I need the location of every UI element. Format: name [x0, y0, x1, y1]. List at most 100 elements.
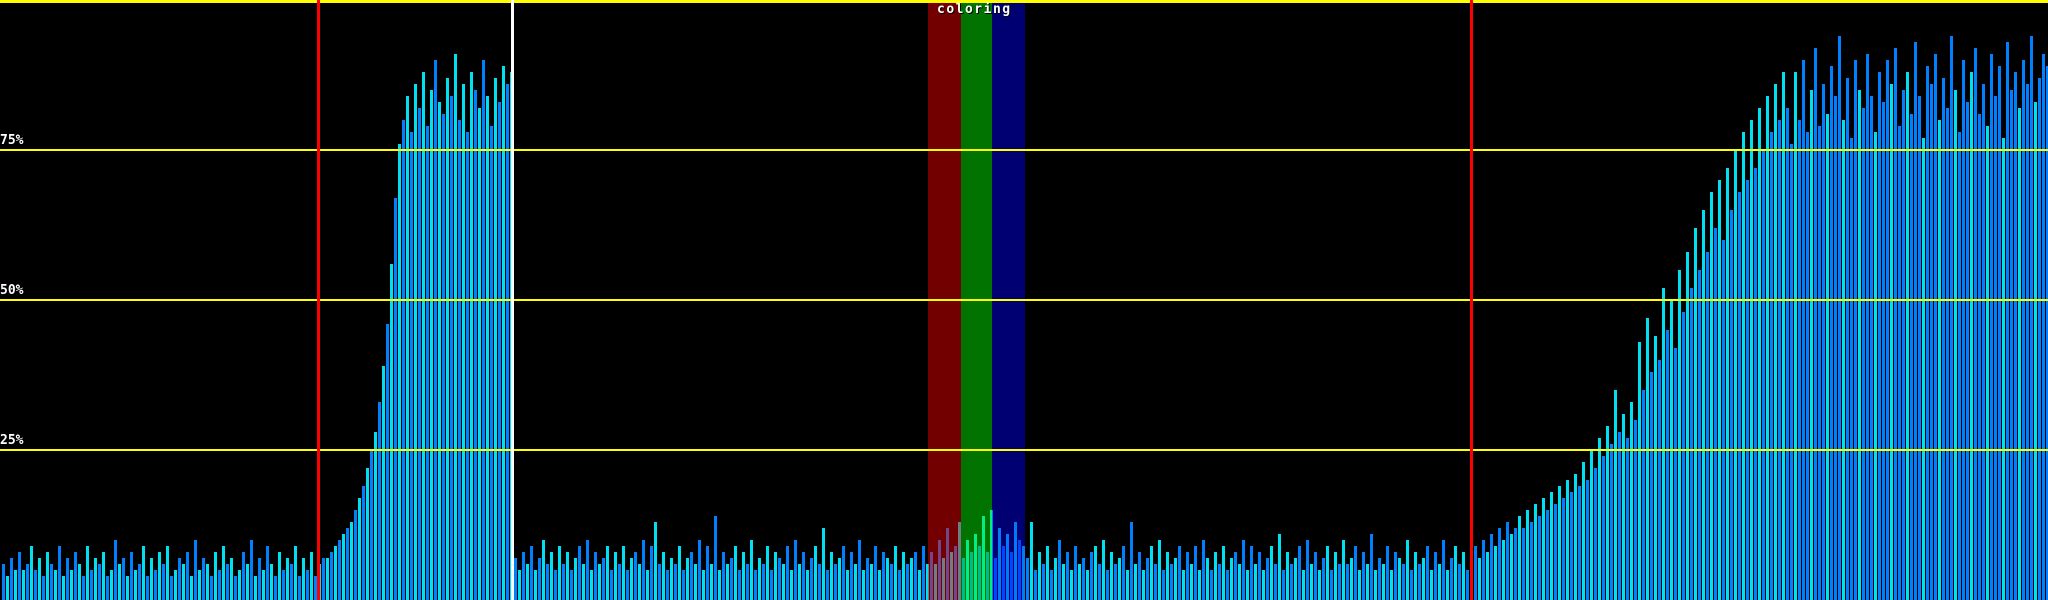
bar [1154, 564, 1157, 600]
bar [1274, 564, 1277, 600]
bar [322, 558, 325, 600]
bar [2018, 108, 2021, 600]
bar [1890, 84, 1893, 600]
bar [346, 528, 349, 600]
bar [1302, 570, 1305, 600]
bar [1042, 564, 1045, 600]
bar [374, 432, 377, 600]
bar [1078, 564, 1081, 600]
bar [1114, 564, 1117, 600]
bar [214, 552, 217, 600]
bar [1362, 552, 1365, 600]
bar [1658, 360, 1661, 600]
bar [366, 468, 369, 600]
bar [490, 126, 493, 600]
bar [166, 546, 169, 600]
bar [526, 564, 529, 600]
bar [710, 564, 713, 600]
bar [1982, 84, 1985, 600]
bar [1630, 402, 1633, 600]
bar [26, 564, 29, 600]
bar [1546, 510, 1549, 600]
bar [382, 366, 385, 600]
bar [118, 564, 121, 600]
bar [1390, 570, 1393, 600]
bar [762, 564, 765, 600]
bar [538, 558, 541, 600]
bar [1750, 120, 1753, 600]
bar [1170, 564, 1173, 600]
bar [730, 558, 733, 600]
bar [854, 564, 857, 600]
bar [442, 114, 445, 600]
bar [326, 558, 329, 600]
bar [1450, 558, 1453, 600]
bar [1326, 546, 1329, 600]
bar [2022, 60, 2025, 600]
bar [1862, 108, 1865, 600]
bar [1810, 90, 1813, 600]
bar [582, 564, 585, 600]
bar [134, 570, 137, 600]
bar [182, 564, 185, 600]
bar [1866, 54, 1869, 600]
bar [478, 108, 481, 600]
bar [614, 552, 617, 600]
bar [1650, 372, 1653, 600]
bar [1762, 150, 1765, 600]
bar [350, 522, 353, 600]
bar [1382, 564, 1385, 600]
bar [1578, 486, 1581, 600]
bar [1454, 546, 1457, 600]
bar [682, 570, 685, 600]
bar [1038, 552, 1041, 600]
bar [1590, 450, 1593, 600]
bar [1142, 570, 1145, 600]
bar [1870, 96, 1873, 600]
bar [246, 564, 249, 600]
bar [254, 576, 257, 600]
bar [870, 564, 873, 600]
bar [618, 564, 621, 600]
bar [102, 552, 105, 600]
bar [1942, 78, 1945, 600]
bar [106, 576, 109, 600]
bar [194, 540, 197, 600]
bar [1050, 570, 1053, 600]
bar [1778, 120, 1781, 600]
bar [290, 564, 293, 600]
bar [82, 576, 85, 600]
bar [702, 570, 705, 600]
bar [878, 570, 881, 600]
y-axis-label-75: 75% [0, 133, 23, 148]
bar [1638, 342, 1641, 600]
bar [1614, 390, 1617, 600]
bar [1686, 252, 1689, 600]
bar [1698, 270, 1701, 600]
bar [902, 552, 905, 600]
bar [94, 558, 97, 600]
bar [230, 558, 233, 600]
bar [298, 576, 301, 600]
bar [274, 576, 277, 600]
bar [766, 546, 769, 600]
bar [1462, 552, 1465, 600]
bar [154, 570, 157, 600]
bar [1162, 570, 1165, 600]
bar [1402, 564, 1405, 600]
bar [1678, 270, 1681, 600]
y-axis-label-50: 50% [0, 283, 23, 298]
bar [1742, 132, 1745, 600]
bar [486, 96, 489, 600]
bar [602, 558, 605, 600]
bar [1134, 564, 1137, 600]
bar [1210, 570, 1213, 600]
bar [1822, 84, 1825, 600]
bar [1286, 552, 1289, 600]
bar [342, 534, 345, 600]
bar [914, 552, 917, 600]
bar [1846, 78, 1849, 600]
bar [1122, 546, 1125, 600]
bar [1554, 504, 1557, 600]
bar [1174, 558, 1177, 600]
